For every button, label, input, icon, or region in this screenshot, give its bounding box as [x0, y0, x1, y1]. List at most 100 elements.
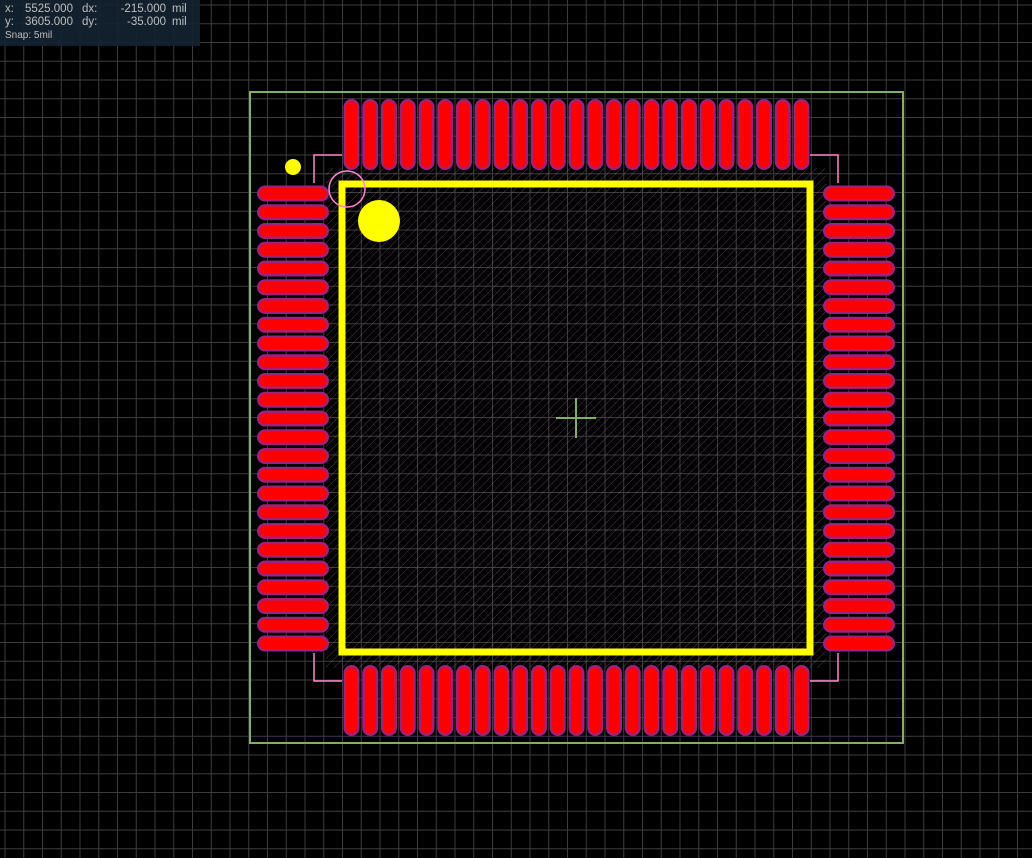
pad-copper: [796, 101, 807, 168]
pad-copper: [825, 319, 893, 331]
pad-copper: [458, 101, 470, 168]
pad-left: [257, 223, 329, 239]
pad-copper: [825, 525, 893, 537]
pad-bottom: [343, 665, 360, 736]
pad-bottom: [718, 665, 735, 736]
pad-left: [257, 410, 329, 427]
pad-right: [823, 410, 895, 427]
pad-copper: [702, 101, 714, 168]
pad-copper: [646, 101, 657, 168]
pad-copper: [739, 667, 751, 734]
dy-value: -35.000: [126, 16, 166, 28]
pad-bottom: [399, 665, 416, 736]
pad-right: [823, 279, 895, 296]
pad-copper: [627, 667, 639, 734]
pads-left-column: [257, 185, 329, 652]
pad-bottom: [756, 665, 772, 736]
pad-copper: [259, 244, 327, 256]
pad-left: [257, 298, 329, 314]
pad-copper: [825, 638, 893, 649]
pad-copper: [825, 488, 893, 499]
pad-top: [456, 99, 472, 170]
pad-copper: [721, 101, 732, 168]
pad-right: [823, 635, 895, 652]
pad-copper: [825, 506, 893, 518]
pad-left: [257, 485, 329, 502]
pad-left: [257, 241, 329, 258]
footprint-view[interactable]: [0, 0, 1032, 858]
pin1-dot-icon: [285, 159, 301, 175]
pad-right: [823, 504, 895, 521]
pad-bottom: [568, 665, 585, 736]
pad-copper: [259, 225, 327, 237]
pad-bottom: [737, 665, 754, 736]
pad-right: [823, 260, 895, 277]
pad-bottom: [624, 665, 641, 736]
pad-right: [823, 485, 895, 502]
pad-copper: [702, 667, 714, 734]
pad-top: [606, 99, 622, 170]
pad-copper: [683, 101, 695, 168]
pad-copper: [825, 263, 893, 274]
pad-copper: [796, 667, 807, 734]
pcb-canvas[interactable]: x: 5525.000 dx: -215.000 mil y: 3605.000…: [0, 0, 1032, 858]
pad-copper: [739, 101, 751, 168]
pad-copper: [608, 101, 620, 168]
pad-copper: [364, 101, 376, 168]
pad-right: [823, 523, 895, 539]
pad-copper: [664, 101, 676, 168]
pad-right: [823, 241, 895, 258]
pad-copper: [825, 544, 893, 556]
x-label: x:: [5, 3, 14, 15]
pad-bottom: [531, 665, 547, 736]
pad-top: [793, 99, 810, 170]
pad-copper: [402, 101, 414, 168]
dx-label: dx:: [82, 3, 98, 15]
pad-copper: [259, 356, 327, 368]
pin1-indicator-icon: [358, 200, 400, 242]
pad-bottom: [474, 665, 491, 736]
pad-copper: [477, 101, 489, 168]
pads-bottom-row: [343, 665, 810, 736]
pad-copper: [259, 319, 327, 331]
pad-copper: [646, 667, 657, 734]
pad-copper: [259, 581, 327, 593]
pad-right: [823, 185, 895, 202]
pad-top: [737, 99, 754, 170]
pad-bottom: [362, 665, 379, 736]
pad-copper: [259, 600, 327, 612]
pad-top: [568, 99, 585, 170]
x-value: 5525.000: [25, 3, 73, 15]
dx-value: -215.000: [120, 3, 166, 15]
pad-copper: [259, 375, 327, 387]
pad-bottom: [381, 665, 397, 736]
pad-top: [381, 99, 397, 170]
pad-copper: [346, 667, 357, 734]
pad-top: [587, 99, 604, 170]
pad-copper: [383, 667, 395, 734]
pad-right: [823, 335, 895, 352]
pad-copper: [758, 101, 770, 168]
pad-top: [362, 99, 379, 170]
pad-top: [493, 99, 510, 170]
pad-copper: [571, 101, 582, 168]
pad-copper: [825, 450, 893, 462]
pad-copper: [664, 667, 676, 734]
pad-copper: [259, 619, 327, 631]
pad-copper: [825, 619, 893, 631]
pad-copper: [259, 206, 327, 218]
pad-copper: [825, 431, 893, 443]
pad-bottom: [512, 665, 529, 736]
pad-right: [823, 204, 895, 221]
pad-right: [823, 541, 895, 558]
pad-top: [437, 99, 454, 170]
pad-copper: [458, 667, 470, 734]
pad-copper: [439, 667, 451, 734]
pad-copper: [589, 667, 601, 734]
pad-right: [823, 466, 895, 483]
pad-left: [257, 616, 329, 633]
pad-left: [257, 466, 329, 483]
pad-right: [823, 616, 895, 633]
pad-copper: [552, 667, 564, 734]
pad-copper: [533, 101, 545, 168]
